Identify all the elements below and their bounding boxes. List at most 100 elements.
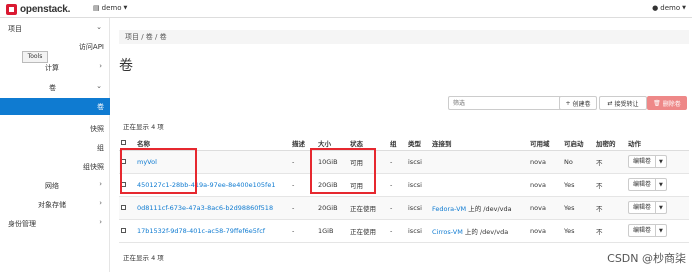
project-selector[interactable]: ▤ demo ▼: [93, 4, 127, 12]
accept-transfer-label: 接受转让: [614, 100, 639, 108]
cell-bootable: Yes: [562, 219, 594, 243]
cell-bootable: Yes: [562, 196, 594, 220]
cell-status: 正在使用: [348, 219, 388, 243]
instance-link[interactable]: Fedora-VM: [432, 205, 466, 213]
cell-type: iscsi: [406, 196, 430, 220]
create-volume-button[interactable]: + 创建卷: [559, 96, 597, 110]
sidebar-item-object-storage[interactable]: 对象存储 ›: [0, 196, 110, 212]
caret-down-icon: ▼: [682, 5, 686, 11]
sidebar-item-identity[interactable]: 身份管理 ›: [0, 215, 110, 231]
cell-attached-to: [430, 150, 528, 174]
filter-input[interactable]: [448, 96, 564, 110]
checkbox-icon: [121, 140, 126, 146]
column-header-encrypted[interactable]: 加密的: [594, 136, 626, 151]
instance-link[interactable]: Cirros-VM: [432, 228, 463, 236]
cell-availability-zone: nova: [528, 150, 562, 174]
sidebar-item-access-api[interactable]: 访问API: [0, 38, 110, 54]
chevron-right-icon: ›: [99, 199, 102, 207]
sidebar-item-network[interactable]: 网络 ›: [0, 177, 110, 193]
cell-group: -: [388, 173, 406, 197]
cell-bootable: No: [562, 150, 594, 174]
chevron-down-icon: ⌄: [96, 23, 102, 31]
caret-down-icon: ▼: [123, 5, 128, 11]
caret-down-icon[interactable]: ▼: [656, 205, 666, 211]
highlight-box-size-status: [310, 148, 376, 194]
cell-status: 正在使用: [348, 196, 388, 220]
table-row: myVol - 10GiB 可用 - iscsi nova No 不 编辑卷 ▼: [119, 150, 689, 174]
attached-device: 上的 /dev/vda: [462, 227, 509, 236]
cell-type: iscsi: [406, 173, 430, 197]
column-header-group[interactable]: 组: [388, 136, 406, 151]
cell-type: iscsi: [406, 219, 430, 243]
sidebar-item-label: 项目: [8, 25, 22, 33]
sidebar-item-label: 组: [97, 144, 104, 152]
edit-volume-button[interactable]: 编辑卷 ▼: [628, 224, 667, 237]
sidebar-item-project[interactable]: 项目 ⌄: [0, 20, 110, 36]
row-checkbox[interactable]: [119, 219, 135, 243]
cell-description: -: [290, 196, 316, 220]
sidebar-item-volumes[interactable]: 卷: [0, 98, 110, 115]
cell-encrypted: 不: [594, 150, 626, 174]
accept-transfer-button[interactable]: ⇄ 接受转让: [599, 96, 647, 110]
cell-attached-to: Cirros-VM 上的 /dev/vda: [430, 219, 528, 243]
column-header-bootable[interactable]: 可启动: [562, 136, 594, 151]
sidebar-item-label: 计算: [45, 64, 59, 72]
plus-icon: +: [565, 99, 571, 107]
chevron-right-icon: ›: [99, 180, 102, 188]
sidebar-item-volumes-group[interactable]: 卷 ⌄: [0, 79, 110, 95]
cell-attached-to: [430, 173, 528, 197]
delete-volumes-label: 删除卷: [662, 100, 681, 108]
edit-volume-label: 编辑卷: [629, 202, 657, 213]
volume-name-link[interactable]: 0d8111cf-673e-47a3-8ac6-b2d98860f518: [135, 196, 290, 220]
create-volume-label: 创建卷: [572, 100, 591, 108]
volume-name-link[interactable]: 17b1532f-9d78-401c-ac58-79ffef6e5fcf: [135, 219, 290, 243]
item-count-bottom: 正在显示 4 项: [123, 254, 164, 262]
edit-volume-button[interactable]: 编辑卷 ▼: [628, 178, 667, 191]
delete-volumes-button[interactable]: 🗑 删除卷: [647, 96, 687, 110]
chevron-right-icon: ›: [99, 218, 102, 226]
brand-name: openstack.: [20, 3, 71, 15]
cell-group: -: [388, 150, 406, 174]
cell-availability-zone: nova: [528, 173, 562, 197]
sidebar-item-label: 卷: [49, 84, 56, 92]
user-icon: ●: [652, 4, 659, 12]
project-name: demo: [101, 4, 122, 12]
sidebar-item-groups[interactable]: 组: [0, 139, 110, 155]
sidebar-item-label: 访问API: [78, 43, 104, 51]
main-content: 项目 / 卷 / 卷 卷 + 创建卷 ⇄ 接受转让 🗑 删除卷 正在显示 4 项…: [111, 18, 692, 272]
openstack-logo[interactable]: openstack.: [6, 3, 70, 15]
breadcrumb: 项目 / 卷 / 卷: [119, 30, 689, 44]
top-bar: openstack. ▤ demo ▼ ● demo ▼: [0, 0, 692, 18]
cell-size: 20GiB: [316, 196, 348, 220]
sidebar-item-snapshots[interactable]: 快照: [0, 120, 110, 136]
cell-description: -: [290, 219, 316, 243]
row-checkbox[interactable]: [119, 196, 135, 220]
trash-icon: 🗑: [653, 99, 661, 107]
openstack-logo-icon: [6, 3, 17, 15]
cell-encrypted: 不: [594, 196, 626, 220]
transfer-icon: ⇄: [607, 99, 613, 107]
volumes-table: 名称 描述 大小 状态 组 类型 连接到 可用域 可启动 加密的 动作 myVo…: [119, 136, 689, 243]
edit-volume-button[interactable]: 编辑卷 ▼: [628, 201, 667, 214]
edit-volume-button[interactable]: 编辑卷 ▼: [628, 155, 667, 168]
column-header-availability-zone[interactable]: 可用域: [528, 136, 562, 151]
highlight-box-name: [120, 148, 197, 194]
attached-device: 上的 /dev/vda: [466, 204, 512, 213]
caret-down-icon[interactable]: ▼: [656, 228, 666, 234]
sidebar-item-group-snapshots[interactable]: 组快照: [0, 158, 110, 174]
cell-actions: 编辑卷 ▼: [626, 173, 689, 197]
user-menu[interactable]: ● demo ▼: [652, 4, 686, 12]
column-header-type[interactable]: 类型: [406, 136, 430, 151]
cell-group: -: [388, 219, 406, 243]
sidebar-item-label: 快照: [90, 125, 104, 133]
caret-down-icon[interactable]: ▼: [656, 159, 666, 165]
edit-volume-label: 编辑卷: [629, 156, 657, 167]
sidebar-item-compute[interactable]: 计算 ›: [0, 59, 110, 75]
caret-down-icon[interactable]: ▼: [656, 182, 666, 188]
chevron-down-icon: ⌄: [96, 82, 102, 90]
cell-actions: 编辑卷 ▼: [626, 150, 689, 174]
column-header-attached-to[interactable]: 连接到: [430, 136, 528, 151]
chevron-right-icon: ›: [99, 62, 102, 70]
cell-actions: 编辑卷 ▼: [626, 219, 689, 243]
user-name: demo: [660, 4, 681, 12]
